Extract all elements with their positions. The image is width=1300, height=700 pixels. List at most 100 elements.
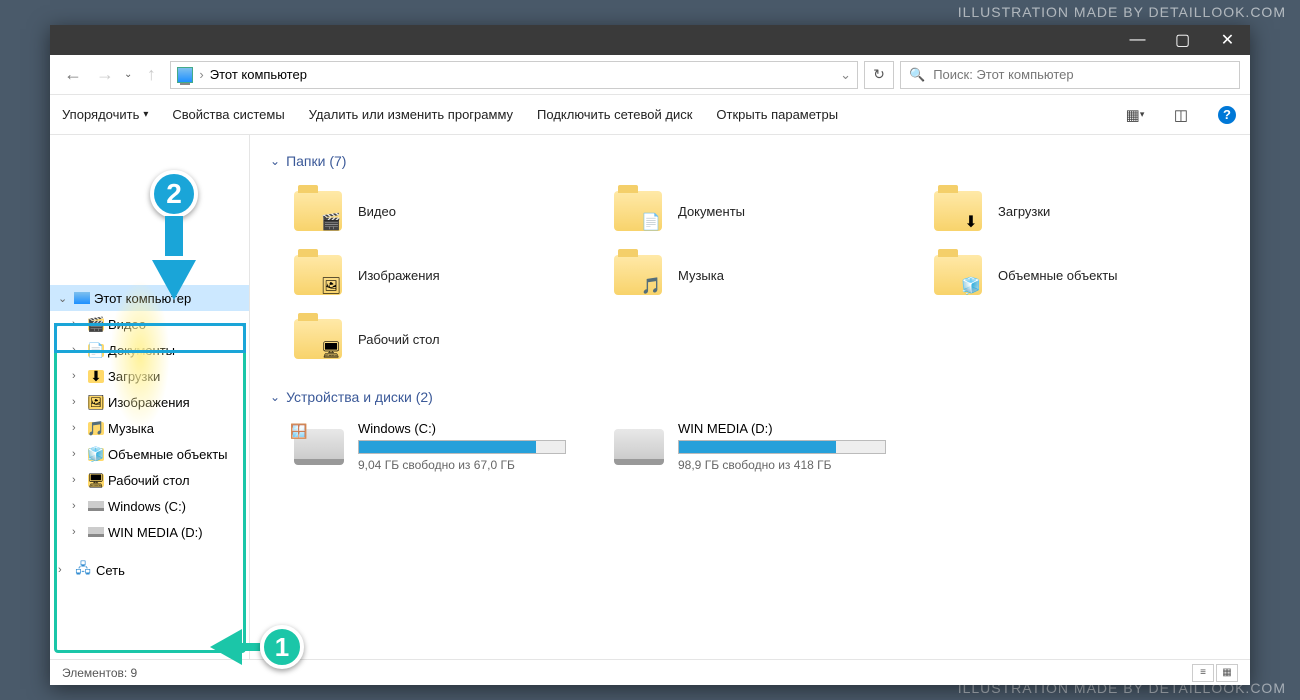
uninstall-program-button[interactable]: Удалить или изменить программу <box>309 107 513 122</box>
chevron-down-icon: ⌄ <box>270 154 280 168</box>
folder-icon: ⬇ <box>934 191 982 231</box>
preview-pane-button[interactable]: ◫ <box>1170 104 1192 126</box>
tree-item[interactable]: › 🖼 Изображения <box>50 389 249 415</box>
drives-section-header[interactable]: ⌄ Устройства и диски (2) <box>270 389 1230 405</box>
folder-item[interactable]: 🖼 Изображения <box>290 245 590 305</box>
breadcrumb-location[interactable]: Этот компьютер <box>210 67 307 82</box>
tree-this-pc[interactable]: ⌄ Этот компьютер <box>50 285 249 311</box>
view-options-button[interactable]: ▦▾ <box>1124 104 1146 126</box>
drive-usage-bar <box>678 440 886 454</box>
folder-label: Изображения <box>358 268 440 283</box>
address-bar: ← → ⌄ ↑ › Этот компьютер ⌄ ↻ 🔍 Поиск: Эт… <box>50 55 1250 95</box>
chevron-right-icon[interactable]: › <box>72 344 84 356</box>
folder-icon: 🎵 <box>614 255 662 295</box>
folder-icon: 🖼 <box>294 255 342 295</box>
tree-item[interactable]: › ⬇ Загрузки <box>50 363 249 389</box>
organize-button[interactable]: Упорядочить▾ <box>62 107 148 122</box>
folder-item[interactable]: 📄 Документы <box>610 181 910 241</box>
tree-item[interactable]: › 🎵 Музыка <box>50 415 249 441</box>
tree-item[interactable]: › 🧊 Объемные объекты <box>50 441 249 467</box>
navigation-tree: ⌄ Этот компьютер › 🎬 Видео› 📄 Документы›… <box>50 135 250 659</box>
system-properties-button[interactable]: Свойства системы <box>172 107 284 122</box>
folder-icon: 📄 <box>88 344 104 357</box>
breadcrumb-path[interactable]: › Этот компьютер ⌄ <box>170 61 858 89</box>
chevron-right-icon[interactable]: › <box>72 448 84 460</box>
network-icon: 🖧 <box>74 561 92 579</box>
folder-icon: 🧊 <box>934 255 982 295</box>
folder-label: Музыка <box>678 268 724 283</box>
folder-label: Документы <box>678 204 745 219</box>
forward-button[interactable]: → <box>92 62 118 88</box>
folder-item[interactable]: 🎵 Музыка <box>610 245 910 305</box>
chevron-right-icon[interactable]: › <box>72 474 84 486</box>
drive-item[interactable]: Windows (C:) 9,04 ГБ свободно из 67,0 ГБ <box>290 417 570 476</box>
status-bar: Элементов: 9 ≡ ▦ <box>50 659 1250 685</box>
open-settings-button[interactable]: Открыть параметры <box>716 107 838 122</box>
tree-network[interactable]: › 🖧 Сеть <box>50 557 249 583</box>
refresh-button[interactable]: ↻ <box>864 61 894 89</box>
tree-item[interactable]: › 📄 Документы <box>50 337 249 363</box>
folder-icon: 🎬 <box>294 191 342 231</box>
close-button[interactable]: ✕ <box>1205 25 1250 55</box>
history-dropdown[interactable]: ⌄ <box>124 69 132 80</box>
drive-name: WIN MEDIA (D:) <box>678 421 886 436</box>
chevron-right-icon[interactable]: › <box>72 318 84 330</box>
tree-item-label: Изображения <box>108 395 190 410</box>
chevron-right-icon[interactable]: › <box>58 564 70 576</box>
drive-icon <box>294 429 344 465</box>
tree-item[interactable]: › 🖥 Рабочий стол <box>50 467 249 493</box>
path-dropdown-icon[interactable]: ⌄ <box>840 67 851 83</box>
folder-icon: 🎵 <box>88 422 104 435</box>
chevron-down-icon[interactable]: ⌄ <box>58 292 70 305</box>
folders-section-header[interactable]: ⌄ Папки (7) <box>270 153 1230 169</box>
folder-icon: 🖥 <box>88 474 104 487</box>
tree-item[interactable]: › WIN MEDIA (D:) <box>50 519 249 545</box>
tree-item-label: Объемные объекты <box>108 447 228 462</box>
drive-item[interactable]: WIN MEDIA (D:) 98,9 ГБ свободно из 418 Г… <box>610 417 890 476</box>
item-count: Элементов: 9 <box>62 666 137 680</box>
chevron-icon: › <box>199 67 203 82</box>
folder-item[interactable]: 🧊 Объемные объекты <box>930 245 1230 305</box>
chevron-right-icon[interactable]: › <box>72 500 84 512</box>
search-icon: 🔍 <box>909 67 925 83</box>
watermark-top: ILLUSTRATION MADE BY DETAILLOOK.COM <box>958 4 1286 20</box>
chevron-right-icon[interactable]: › <box>72 396 84 408</box>
folder-item[interactable]: 🖥 Рабочий стол <box>290 309 590 369</box>
drive-icon <box>88 527 104 537</box>
folder-icon: 🧊 <box>88 448 104 461</box>
up-button[interactable]: ↑ <box>138 62 164 88</box>
chevron-right-icon[interactable]: › <box>72 526 84 538</box>
details-view-button[interactable]: ≡ <box>1192 664 1214 682</box>
maximize-button[interactable]: ▢ <box>1160 25 1205 55</box>
tiles-view-button[interactable]: ▦ <box>1216 664 1238 682</box>
folder-label: Загрузки <box>998 204 1050 219</box>
map-network-drive-button[interactable]: Подключить сетевой диск <box>537 107 692 122</box>
minimize-button[interactable]: — <box>1115 25 1160 55</box>
tree-item-label: Музыка <box>108 421 154 436</box>
chevron-right-icon[interactable]: › <box>72 422 84 434</box>
help-button[interactable]: ? <box>1216 104 1238 126</box>
tree-item[interactable]: › Windows (C:) <box>50 493 249 519</box>
tree-item-label: Загрузки <box>108 369 160 384</box>
tree-item[interactable]: › 🎬 Видео <box>50 311 249 337</box>
search-placeholder: Поиск: Этот компьютер <box>933 67 1073 82</box>
explorer-window: — ▢ ✕ ← → ⌄ ↑ › Этот компьютер ⌄ ↻ 🔍 Пои… <box>50 25 1250 685</box>
search-box[interactable]: 🔍 Поиск: Этот компьютер <box>900 61 1240 89</box>
back-button[interactable]: ← <box>60 62 86 88</box>
folder-item[interactable]: ⬇ Загрузки <box>930 181 1230 241</box>
folder-icon: 📄 <box>614 191 662 231</box>
chevron-down-icon: ⌄ <box>270 390 280 404</box>
folder-icon: 🎬 <box>88 318 104 331</box>
chevron-right-icon[interactable]: › <box>72 370 84 382</box>
folder-item[interactable]: 🎬 Видео <box>290 181 590 241</box>
folder-icon: 🖥 <box>294 319 342 359</box>
folder-icon: 🖼 <box>88 396 104 409</box>
titlebar: — ▢ ✕ <box>50 25 1250 55</box>
pc-icon <box>177 67 193 83</box>
tree-item-label: Видео <box>108 317 146 332</box>
drive-free-text: 98,9 ГБ свободно из 418 ГБ <box>678 458 886 472</box>
tree-item-label: Документы <box>108 343 175 358</box>
folder-label: Объемные объекты <box>998 268 1118 283</box>
drive-name: Windows (C:) <box>358 421 566 436</box>
folder-label: Рабочий стол <box>358 332 440 347</box>
